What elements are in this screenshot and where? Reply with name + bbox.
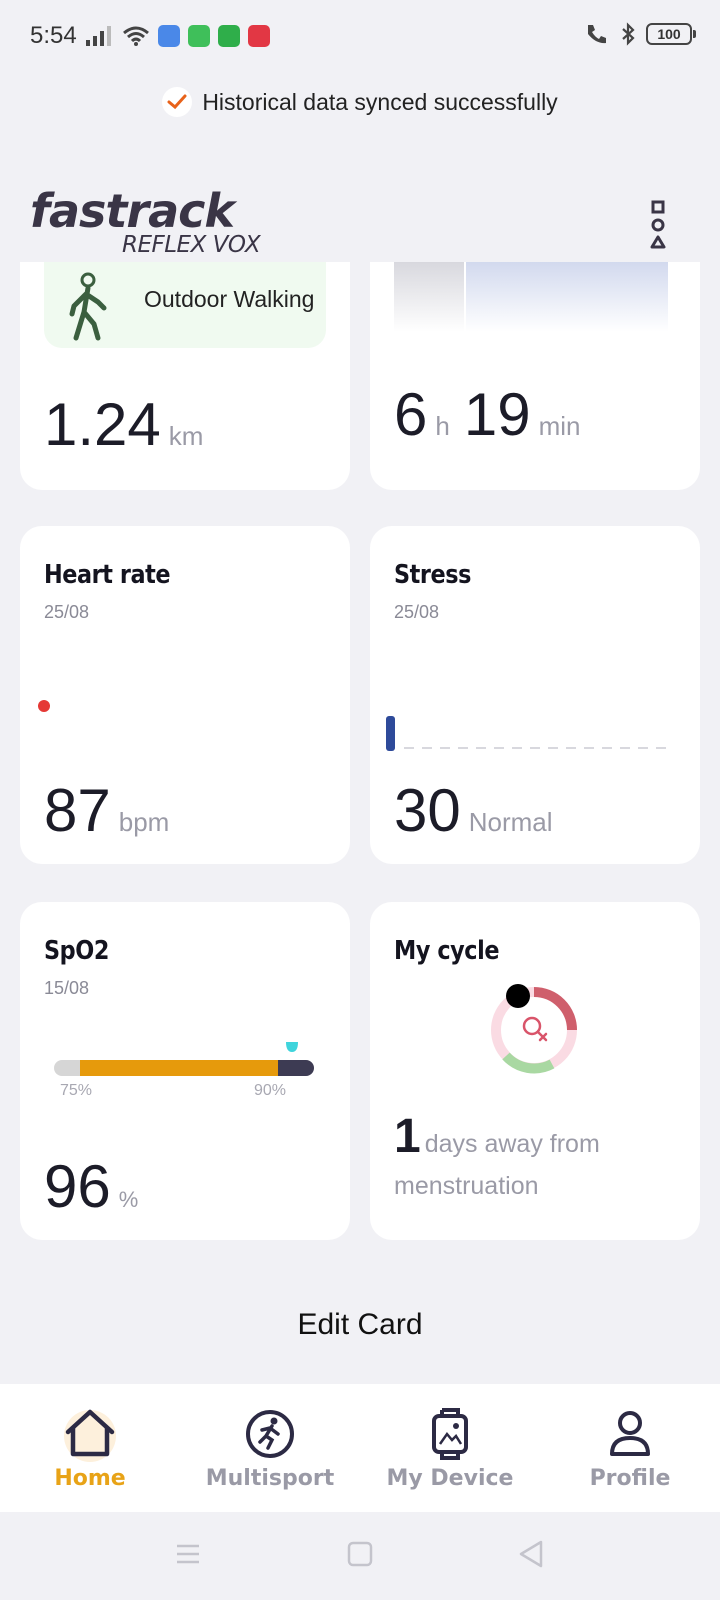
cycle-readout: 1 days away from menstruation — [394, 1113, 684, 1209]
nav-item-my-device[interactable]: My Device — [360, 1384, 540, 1512]
home-icon — [60, 1406, 120, 1462]
logo-main-text: fastrack — [30, 184, 235, 238]
sleep-card[interactable]: 6 h 19 min — [370, 262, 700, 490]
spo2-range-bar — [54, 1060, 314, 1076]
spo2-date: 15/08 — [44, 978, 90, 998]
cycle-ring-chart — [491, 984, 577, 1074]
menu-icon[interactable] — [174, 1540, 202, 1568]
spo2-range-mid — [80, 1060, 278, 1076]
cycle-days-value: 1 — [394, 1110, 421, 1163]
stress-bar — [386, 716, 395, 751]
sleep-hours-unit: h — [435, 411, 450, 441]
nav-label-my-device: My Device — [386, 1466, 514, 1491]
stress-readout: 30 Normal — [394, 776, 553, 845]
cycle-title: My cycle — [394, 936, 500, 966]
female-search-icon — [522, 1016, 548, 1042]
nav-item-home[interactable]: Home — [0, 1384, 180, 1512]
heart-rate-card[interactable]: Heart rate 25/08 87 bpm — [20, 526, 350, 864]
nav-item-profile[interactable]: Profile — [540, 1384, 720, 1512]
activity-card[interactable]: Outdoor Walking 1.24 km — [20, 262, 350, 490]
stress-chart — [386, 716, 670, 751]
spo2-card[interactable]: SpO2 15/08 75% 90% 96% — [20, 902, 350, 1240]
wifi-icon — [123, 26, 149, 46]
toast-message: Historical data synced successfully — [202, 88, 558, 115]
spo2-unit: % — [118, 1187, 139, 1212]
spo2-readout: 96% — [44, 1152, 138, 1221]
status-bar: 5:54 100 — [0, 0, 720, 72]
sleep-minutes: 19 — [463, 381, 531, 448]
bottom-nav: Home Multisport My Device Profile — [0, 1384, 720, 1512]
spo2-label-low: 75% — [60, 1082, 93, 1099]
store-app-icon — [218, 25, 240, 47]
distance-unit: km — [168, 421, 204, 451]
heart-rate-date: 25/08 — [44, 602, 90, 622]
stress-date: 25/08 — [394, 602, 440, 622]
battery-indicator: 100 — [646, 23, 696, 45]
calendar-app-icon — [158, 25, 180, 47]
activity-type-label: Outdoor Walking — [144, 286, 315, 312]
stress-value: 30 — [394, 777, 461, 844]
nav-label-home: Home — [54, 1466, 126, 1491]
app-header: fastrack REFLEX VOX — [0, 170, 720, 274]
shapes-menu-icon[interactable] — [646, 200, 670, 250]
sync-toast: Historical data synced successfully — [0, 82, 720, 122]
spo2-range-high — [278, 1060, 314, 1076]
sleep-stage-chart — [394, 262, 668, 332]
walking-icon — [69, 272, 107, 341]
heart-rate-point — [38, 700, 50, 712]
back-icon[interactable] — [516, 1538, 546, 1570]
spo2-value: 96 — [44, 1153, 111, 1220]
chat-app-icon — [188, 25, 210, 47]
heart-rate-value: 87 — [44, 777, 111, 844]
sleep-minutes-unit: min — [538, 411, 581, 441]
zomato-app-icon — [248, 25, 270, 47]
heart-rate-title: Heart rate — [44, 560, 171, 590]
heart-rate-chart — [38, 700, 50, 712]
activity-type-chip: Outdoor Walking — [44, 262, 326, 348]
system-nav-bar — [0, 1512, 720, 1600]
status-icons-right: 100 — [584, 22, 696, 46]
spo2-range-low — [54, 1060, 80, 1076]
home-square-icon[interactable] — [346, 1540, 374, 1568]
check-icon — [162, 87, 193, 117]
signal-icon — [86, 26, 111, 46]
edit-card-button[interactable]: Edit Card — [0, 1308, 720, 1342]
stress-title: Stress — [394, 560, 472, 590]
nav-item-multisport[interactable]: Multisport — [180, 1384, 360, 1512]
cycle-card[interactable]: My cycle 1 days away from menstruation — [370, 902, 700, 1240]
stress-status: Normal — [468, 807, 553, 837]
nav-label-profile: Profile — [589, 1466, 671, 1491]
brand-logo: fastrack REFLEX VOX — [30, 188, 300, 260]
nav-label-multisport: Multisport — [205, 1466, 335, 1491]
status-icons-left — [86, 22, 270, 50]
logo-sub-text: REFLEX VOX — [122, 232, 261, 258]
spo2-marker-icon — [286, 1042, 298, 1052]
spo2-title: SpO2 — [44, 936, 109, 966]
heart-rate-readout: 87 bpm — [44, 776, 169, 845]
sleep-hours: 6 — [394, 381, 428, 448]
distance-value: 1.24 — [44, 391, 161, 458]
cycle-progress-dot — [506, 984, 530, 1008]
call-icon — [588, 25, 606, 44]
spo2-label-high: 90% — [254, 1082, 287, 1099]
stress-card[interactable]: Stress 25/08 30 Normal — [370, 526, 700, 864]
distance-readout: 1.24 km — [44, 390, 203, 459]
multisport-icon — [240, 1406, 300, 1462]
heart-rate-unit: bpm — [118, 807, 170, 837]
watch-icon — [420, 1406, 480, 1462]
bluetooth-icon — [622, 22, 635, 46]
profile-icon — [600, 1406, 660, 1462]
status-time: 5:54 — [30, 22, 77, 49]
cycle-days-text: days away from menstruation — [394, 1130, 600, 1200]
sleep-duration-readout: 6 h 19 min — [394, 380, 581, 449]
